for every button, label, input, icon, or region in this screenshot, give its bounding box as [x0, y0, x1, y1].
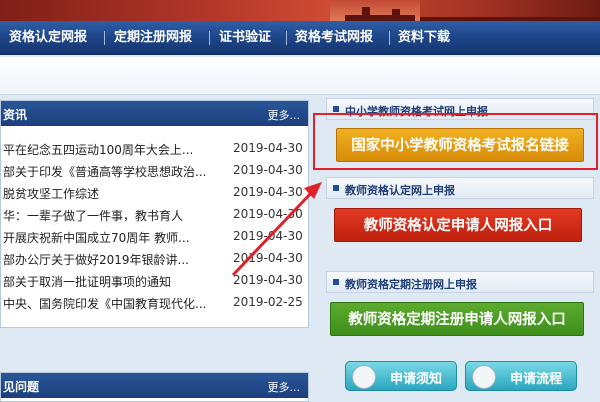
annotation-arrow — [231, 182, 322, 277]
